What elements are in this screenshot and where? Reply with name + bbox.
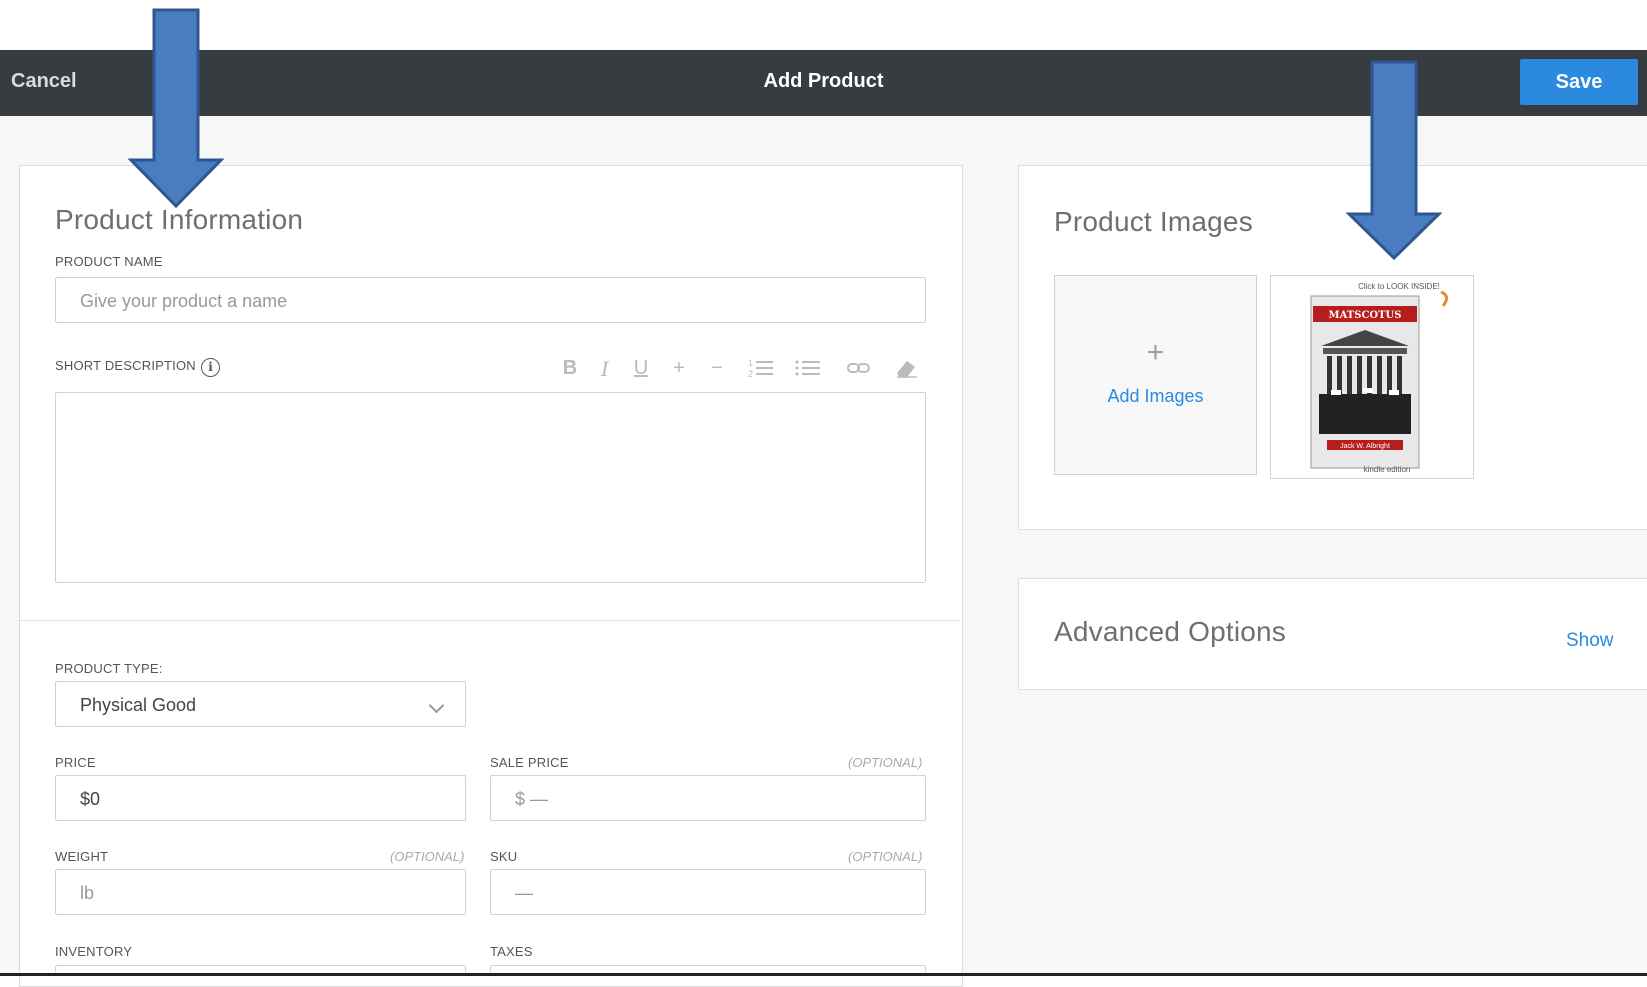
sale-price-placeholder: $ — [515,789,549,809]
plus-icon[interactable]: + [666,357,692,380]
product-name-input[interactable]: Give your product a name [55,277,926,323]
svg-text:2: 2 [748,369,753,379]
sku-optional: (OPTIONAL) [848,849,923,864]
product-type-value: Physical Good [80,695,197,715]
taxes-label: TAXES [490,944,533,959]
add-images-label: Add Images [1107,386,1204,406]
sale-price-label: SALE PRICE [490,755,569,770]
annotation-arrow-down-icon-2 [1346,60,1442,260]
numbered-list-icon[interactable]: 12 [748,357,774,385]
bold-icon[interactable]: B [557,357,583,380]
weight-input[interactable]: lb [55,869,466,915]
eraser-icon[interactable] [893,357,919,385]
plus-icon: + [1146,336,1165,369]
price-value: $0 [80,789,101,809]
svg-text:1: 1 [748,358,753,368]
inventory-input[interactable] [55,965,466,973]
product-images-heading: Product Images [1054,206,1253,237]
weight-placeholder: lb [80,883,95,903]
bullet-list-icon[interactable] [795,357,821,385]
sku-label: SKU [490,849,518,864]
inventory-label: INVENTORY [55,944,133,959]
product-name-placeholder: Give your product a name [80,291,288,311]
info-icon[interactable]: i [201,358,220,377]
short-description-label: SHORT DESCRIPTION [55,358,196,373]
sale-price-optional: (OPTIONAL) [848,755,923,770]
section-divider [20,620,960,621]
product-name-label: PRODUCT NAME [55,254,163,269]
sale-price-input[interactable]: $ — [490,775,926,821]
product-type-label: PRODUCT TYPE: [55,661,163,676]
weight-label: WEIGHT [55,849,109,864]
short-description-editor[interactable] [55,392,926,583]
add-images-button[interactable]: + Add Images [1054,275,1257,475]
thumb-author: Jack W. Albright [1340,443,1390,450]
product-type-select[interactable]: Physical Good [55,681,466,727]
thumb-title: MATSCOTUS [1329,310,1402,321]
sku-placeholder: — [515,883,533,903]
book-cover-image: Click to LOOK INSIDE! MATSCOTUS Jack W. … [1271,276,1473,478]
thumb-bottom-text: kindle edition [1364,465,1411,474]
save-button[interactable]: Save [1520,59,1638,105]
advanced-options-heading: Advanced Options [1054,616,1287,647]
taxes-input[interactable] [490,965,926,973]
product-information-heading: Product Information [55,204,304,235]
sku-input[interactable]: — [490,869,926,915]
italic-icon[interactable]: I [592,357,618,381]
show-advanced-options-link[interactable]: Show [1566,630,1614,652]
underline-icon[interactable]: U [628,357,654,380]
thumb-top-text: Click to LOOK INSIDE! [1358,282,1440,291]
weight-optional: (OPTIONAL) [390,849,465,864]
product-image-thumbnail[interactable]: Click to LOOK INSIDE! MATSCOTUS Jack W. … [1270,275,1474,479]
minus-icon[interactable]: − [704,357,730,380]
price-input[interactable]: $0 [55,775,466,821]
link-icon[interactable] [846,357,872,385]
price-label: PRICE [55,755,96,770]
annotation-arrow-down-icon [128,8,224,208]
